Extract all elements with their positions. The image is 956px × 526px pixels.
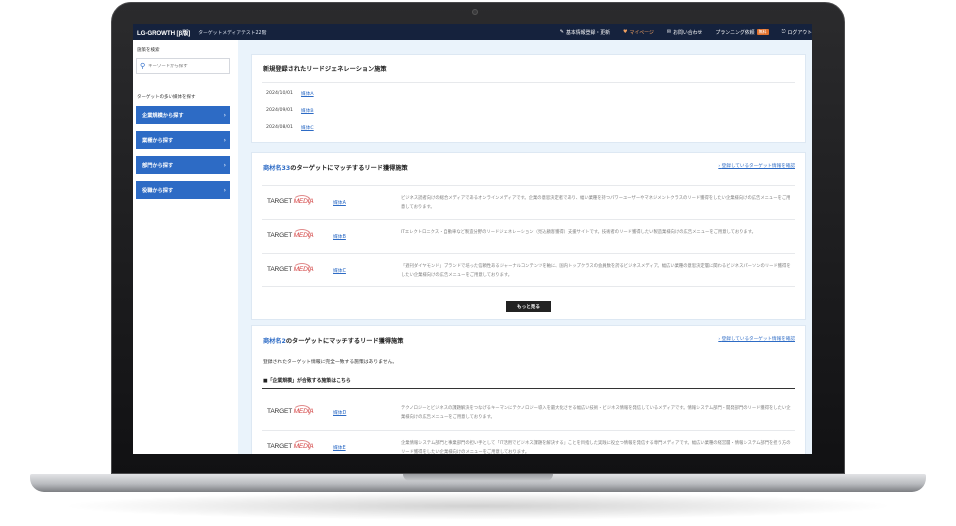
- section-title: 商材名2のターゲットにマッチするリード獲得施策: [263, 336, 403, 345]
- sidebar-item-industry[interactable]: 業種から探す ›: [136, 131, 230, 149]
- nav-profile-link[interactable]: ✎ 基本情報登録・更新: [560, 29, 610, 36]
- heart-icon: ♥: [623, 29, 628, 35]
- new-campaigns-title: 新規登録されたリードジェネレーション施策: [263, 66, 387, 73]
- free-badge: 無料: [756, 29, 769, 35]
- media-link[interactable]: 媒体A: [333, 199, 346, 206]
- search-input[interactable]: [148, 63, 219, 69]
- laptop-base-notch: [403, 474, 553, 481]
- nav-logout-link[interactable]: ⎋ ログアウト: [782, 29, 812, 36]
- new-campaigns-card: 新規登録されたリードジェネレーション施策 2024/10/01 媒体A 2024…: [252, 55, 805, 142]
- sub-heading-rule: [262, 388, 795, 389]
- media-row: TARGET MEDIA 媒体D テクノロジーとビジネスの課題解決をつなげるキー…: [262, 396, 795, 430]
- news-link[interactable]: 媒体A: [301, 91, 314, 97]
- chevron-right-icon: ›: [223, 136, 226, 144]
- nav-contact-link[interactable]: ✉ お問い合わせ: [667, 29, 703, 36]
- logo-text: TARGET: [267, 232, 294, 239]
- logo-text: TARGET: [267, 443, 294, 450]
- matching-campaigns-card-1: 商材名33のターゲットにマッチするリード獲得施策 › 登録しているターゲット情報…: [252, 153, 805, 319]
- webcam: [472, 9, 478, 15]
- sub-heading: ■「企業規模」が合致する施策はこちら: [263, 378, 351, 384]
- top-nav: ✎ 基本情報登録・更新 ♥ マイページ ✉ お問い合わせ プランニング依頼 無料…: [547, 24, 812, 40]
- news-link[interactable]: 媒体B: [301, 108, 314, 114]
- divider: [262, 82, 795, 83]
- site-logo[interactable]: LG-GROWTH [β版]: [137, 28, 190, 37]
- news-date: 2024/09/01: [266, 108, 294, 113]
- target-media-logo: TARGET MEDIA: [267, 195, 314, 207]
- target-media-logo: TARGET MEDIA: [267, 440, 314, 452]
- media-link[interactable]: 媒体D: [333, 409, 346, 416]
- nav-label: マイページ: [629, 29, 654, 36]
- list-item: 2024/08/01 媒体C: [266, 125, 314, 131]
- media-row: TARGET MEDIA 媒体B ITエレクトロニクス・自動車など製造分野のリー…: [262, 219, 795, 253]
- target-label: ターゲットの多い媒体を探す: [137, 95, 196, 100]
- media-description: 「週刊ダイヤモンド」ブランドで培った信頼性あるジャーナルコンテンツを軸に、国内ト…: [401, 264, 791, 278]
- target-media-logo: TARGET MEDIA: [267, 263, 314, 275]
- target-media-logo: TARGET MEDIA: [267, 229, 314, 241]
- site-name: ターゲットメディアテスト22階: [198, 30, 267, 36]
- logo-text: TARGET: [267, 198, 294, 205]
- media-description: ITエレクトロニクス・自動車など製造分野のリードジェネレーション（見込顧客獲得）…: [401, 230, 756, 235]
- search-icon: ⚲: [140, 62, 146, 70]
- nav-label: ログアウト: [787, 29, 812, 36]
- sidebar-item-company-size[interactable]: 企業規模から探す ›: [136, 106, 230, 124]
- chevron-right-icon: ›: [223, 161, 226, 169]
- mail-icon: ✉: [666, 29, 672, 35]
- logo-swoosh: [293, 440, 311, 452]
- media-link[interactable]: 媒体B: [333, 233, 346, 240]
- search-label: 施策を検索: [137, 48, 160, 53]
- no-match-notice: 登録されたターゲット情報に完全一致する施策はありません。: [263, 360, 398, 365]
- sidebar-item-label: 部門から探す: [142, 162, 174, 169]
- logo-text: TARGET: [267, 266, 294, 273]
- logo-swoosh: [293, 229, 311, 241]
- search-box[interactable]: ⚲: [136, 58, 230, 74]
- section-title-text: のターゲットにマッチするリード獲得施策: [285, 338, 404, 345]
- target-media-logo: TARGET MEDIA: [267, 405, 314, 417]
- nav-label: 基本情報登録・更新: [565, 29, 611, 36]
- list-item: 2024/09/01 媒体B: [266, 108, 314, 114]
- target-info-link-label: 登録しているターゲット情報を確認: [721, 164, 795, 169]
- pencil-icon: ✎: [559, 29, 564, 35]
- product-name[interactable]: 商材名33: [263, 165, 290, 172]
- nav-planning-link[interactable]: プランニング依頼 無料: [715, 29, 769, 36]
- sidebar-item-department[interactable]: 部門から探す ›: [136, 156, 230, 174]
- media-link[interactable]: 媒体E: [333, 444, 346, 451]
- logout-icon: ⎋: [781, 29, 786, 35]
- logo-swoosh: [293, 195, 311, 207]
- media-link[interactable]: 媒体C: [333, 267, 346, 274]
- media-description: テクノロジーとビジネスの課題解決をつなげるキーマンにテクノロジー導入を最大化させ…: [401, 406, 791, 420]
- top-bar: LG-GROWTH [β版] ターゲットメディアテスト22階 ✎ 基本情報登録・…: [133, 24, 812, 40]
- section-title-text: のターゲットにマッチするリード獲得施策: [290, 165, 408, 172]
- chevron-right-icon: ›: [223, 111, 226, 119]
- logo-text: TARGET: [267, 408, 294, 415]
- target-info-link-label: 登録しているターゲット情報を確認: [721, 337, 795, 342]
- chevron-right-icon: ›: [223, 186, 226, 194]
- sidebar-item-label: 役職から探す: [142, 187, 174, 194]
- target-info-link[interactable]: › 登録しているターゲット情報を確認: [718, 163, 795, 169]
- list-item: 2024/10/01 媒体A: [266, 91, 314, 97]
- show-more-button[interactable]: もっと見る: [506, 301, 551, 312]
- matching-campaigns-card-2: 商材名2のターゲットにマッチするリード獲得施策 › 登録しているターゲット情報を…: [252, 326, 805, 454]
- media-row: TARGET MEDIA 媒体C 「週刊ダイヤモンド」ブランドで培った信頼性ある…: [262, 253, 795, 287]
- product-name[interactable]: 商材名2: [263, 338, 286, 345]
- sidebar-item-label: 業種から探す: [142, 137, 174, 144]
- nav-label: プランニング依頼: [715, 29, 755, 36]
- news-link[interactable]: 媒体C: [301, 125, 314, 131]
- nav-mypage-link[interactable]: ♥ マイページ: [623, 29, 654, 36]
- sidebar-item-position[interactable]: 役職から探す ›: [136, 181, 230, 199]
- media-row: TARGET MEDIA 媒体A ビジネス読者向けの総合メディアであるオンライン…: [262, 185, 795, 219]
- laptop-screen: LG-GROWTH [β版] ターゲットメディアテスト22階 ✎ 基本情報登録・…: [133, 24, 812, 454]
- nav-label: お問い合わせ: [673, 29, 703, 36]
- laptop-shadow: [60, 492, 896, 520]
- media-description: ビジネス読者向けの総合メディアであるオンラインメディアです。企業の意思決定者であ…: [401, 196, 791, 210]
- section-title: 商材名33のターゲットにマッチするリード獲得施策: [263, 163, 408, 172]
- sidebar: 施策を検索 ⚲ ターゲットの多い媒体を探す 企業規模から探す › 業種から探す …: [133, 40, 238, 454]
- news-date: 2024/08/01: [266, 125, 294, 130]
- sidebar-item-label: 企業規模から探す: [142, 112, 184, 119]
- logo-swoosh: [293, 405, 311, 417]
- target-info-link[interactable]: › 登録しているターゲット情報を確認: [718, 336, 795, 342]
- news-date: 2024/10/01: [266, 91, 294, 96]
- media-description: 企業情報システム部門と事業部門の担い手として「IT活用でビジネス課題を解決する」…: [401, 441, 791, 454]
- logo-swoosh: [293, 263, 311, 275]
- media-row: TARGET MEDIA 媒体E 企業情報システム部門と事業部門の担い手として「…: [262, 430, 795, 454]
